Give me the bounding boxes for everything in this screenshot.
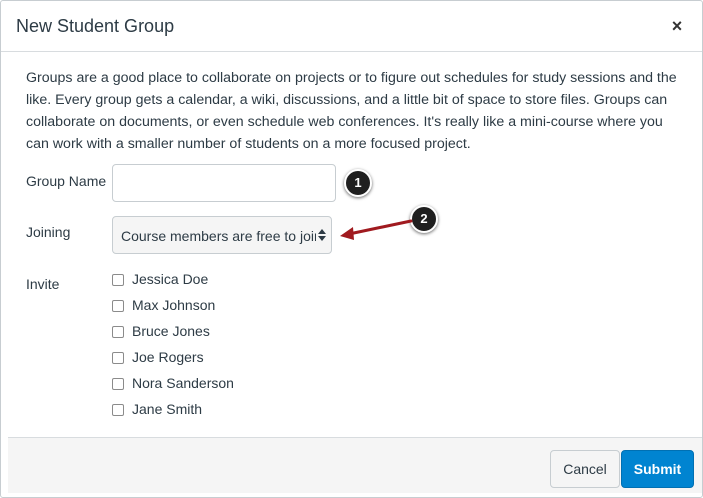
student-checkbox[interactable] xyxy=(112,274,124,286)
student-name: Max Johnson xyxy=(132,297,216,313)
close-icon[interactable]: × xyxy=(666,14,688,38)
callout-1-badge: 1 xyxy=(344,169,372,197)
cancel-button[interactable]: Cancel xyxy=(550,450,620,488)
invite-label: Invite xyxy=(26,276,60,292)
student-name: Jessica Doe xyxy=(132,271,209,287)
dialog-footer: Cancel Submit xyxy=(8,437,702,493)
student-checkbox[interactable] xyxy=(112,378,124,390)
intro-text: Groups are a good place to collaborate o… xyxy=(26,70,677,152)
dialog-title: New Student Group xyxy=(16,16,175,36)
student-name: Bruce Jones xyxy=(132,323,210,339)
callout-arrow-icon xyxy=(340,219,413,240)
select-arrows-icon xyxy=(318,229,326,241)
submit-button[interactable]: Submit xyxy=(621,450,694,488)
joining-select[interactable]: Course members are free to join xyxy=(112,216,332,254)
joining-select-value: Course members are free to join xyxy=(121,228,316,244)
joining-label: Joining xyxy=(26,224,71,240)
student-name: Joe Rogers xyxy=(132,349,204,365)
student-name: Jane Smith xyxy=(132,401,203,417)
student-name: Nora Sanderson xyxy=(132,375,234,391)
dialog-header: New Student Group × xyxy=(1,1,702,52)
student-checkbox[interactable] xyxy=(112,300,124,312)
group-name-label: Group Name xyxy=(26,173,107,189)
new-student-group-dialog: New Student Group × Groups are a good pl… xyxy=(0,0,703,498)
student-checkbox[interactable] xyxy=(112,404,124,416)
student-checkbox[interactable] xyxy=(112,352,124,364)
group-name-input[interactable] xyxy=(112,164,336,202)
student-checkbox[interactable] xyxy=(112,326,124,338)
